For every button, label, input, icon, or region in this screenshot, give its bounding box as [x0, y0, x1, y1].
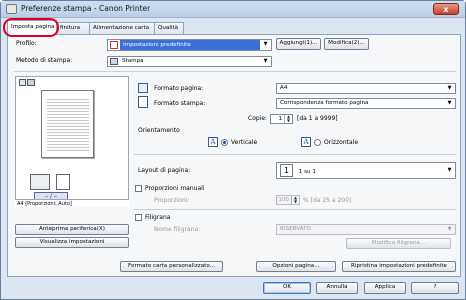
chevron-down-icon[interactable]: ▼	[261, 57, 270, 66]
orientation-label: Orientamento	[138, 127, 180, 134]
apply-button[interactable]: Applica	[364, 282, 406, 294]
layout-icon	[56, 174, 70, 190]
output-method-value: Stampa	[122, 58, 144, 64]
spin-arrows-icon[interactable]: ▲ ▼	[291, 196, 299, 204]
chevron-down-icon[interactable]: ▼	[445, 166, 454, 175]
watermark-name-label: Nome filigrana:	[154, 226, 201, 233]
preview-pane: ⎯ / ⎯	[15, 76, 129, 207]
help-button[interactable]: ?	[411, 282, 459, 294]
manual-scaling-label: Proporzioni manuali	[145, 185, 205, 192]
divider	[134, 154, 456, 155]
chevron-down-icon[interactable]: ▼	[445, 99, 454, 108]
chevron-down-icon[interactable]: ▼	[445, 225, 454, 234]
print-preview-button[interactable]: Anteprima periferica(X)	[15, 224, 129, 235]
close-button[interactable]: x	[433, 3, 459, 15]
preview-caption: A4 [Proporzioni: Auto]	[15, 199, 129, 207]
staple-icon	[30, 174, 50, 190]
copies-value: 1	[278, 116, 282, 122]
page-view-icon[interactable]	[19, 79, 26, 86]
watermark-checkbox[interactable]	[135, 214, 142, 221]
custom-paper-size-button[interactable]: Formato carta personalizzato...	[120, 261, 223, 272]
scaling-label: Proporzioni:	[154, 197, 190, 204]
portrait-label: Verticale	[231, 139, 258, 146]
highlight-circle	[3, 18, 59, 37]
scaling-range: % [da 25 a 200]	[303, 197, 352, 204]
page-layout-value: 1 su 1	[298, 169, 316, 175]
page-setup-panel: Profilo: Impostazioni predefinite ▼ Aggi…	[7, 34, 461, 277]
window-title: Preferenze stampa - Canon Printer	[21, 4, 151, 13]
page-layout-number: 1	[280, 164, 293, 177]
portrait-radio[interactable]	[221, 139, 228, 146]
scaling-value: 100	[278, 197, 289, 203]
output-size-icon	[138, 96, 148, 108]
title-bar: Preferenze stampa - Canon Printer x	[1, 1, 465, 18]
divider	[134, 209, 456, 210]
tab-paper-source[interactable]: Alimentazione carta	[89, 22, 155, 34]
tab-finishing[interactable]: finitura	[56, 22, 90, 34]
watermark-name-select[interactable]: RISERVATO ▼	[276, 224, 456, 235]
landscape-icon: A	[301, 137, 311, 147]
page-size-select[interactable]: A4 ▼	[276, 83, 456, 94]
profile-select[interactable]: Impostazioni predefinite ▼	[107, 39, 272, 51]
printing-preferences-window: Preferenze stampa - Canon Printer x Impo…	[0, 0, 466, 300]
restore-defaults-button[interactable]: Ripristina impostazioni predefinite	[342, 261, 456, 272]
divider	[14, 71, 456, 72]
chevron-down-icon[interactable]: ▼	[261, 40, 270, 49]
page-size-icon	[138, 83, 148, 93]
copies-label: Copie:	[248, 115, 268, 122]
landscape-radio[interactable]	[314, 139, 321, 146]
profile-label: Profilo:	[16, 40, 37, 47]
add-profile-button[interactable]: Aggiungi(1)...	[276, 38, 321, 50]
output-method-select[interactable]: Stampa ▼	[107, 56, 272, 67]
scaling-stepper[interactable]: 100 ▲ ▼	[276, 195, 300, 205]
chevron-down-icon[interactable]: ▼	[445, 84, 454, 93]
edit-watermark-button[interactable]: Modifica filigrana...	[346, 238, 451, 249]
printer-view-icon[interactable]	[27, 79, 35, 86]
page-layout-label: Layout di pagina:	[138, 167, 191, 174]
page-options-button[interactable]: Opzioni pagina...	[256, 261, 336, 272]
tab-quality[interactable]: Qualità	[154, 22, 184, 34]
page-layout-select[interactable]: 1 1 su 1 ▼	[276, 162, 456, 179]
printer-icon	[110, 58, 118, 65]
profile-icon	[110, 41, 118, 49]
copies-stepper[interactable]: 1 ▲ ▼	[270, 114, 293, 124]
copies-range: [da 1 a 9999]	[297, 115, 338, 122]
watermark-name-value: RISERVATO	[280, 226, 311, 232]
output-size-value: Corrispondenza formato pagina	[280, 100, 369, 106]
page-preview	[41, 90, 94, 158]
portrait-icon: A	[208, 137, 218, 147]
ok-button[interactable]: OK	[263, 282, 311, 294]
manual-scaling-checkbox[interactable]	[135, 185, 142, 192]
page-size-label: Formato pagina:	[154, 85, 204, 92]
cancel-button[interactable]: Annulla	[316, 282, 358, 294]
watermark-label: Filigrana	[145, 214, 171, 221]
printer-icon	[6, 4, 17, 14]
output-size-select[interactable]: Corrispondenza formato pagina ▼	[276, 98, 456, 109]
view-settings-button[interactable]: Visualizza impostazioni	[15, 237, 129, 248]
page-size-value: A4	[280, 85, 288, 91]
output-size-label: Formato stampa:	[154, 100, 206, 107]
output-method-label: Metodo di stampa:	[16, 57, 73, 64]
page-lines	[47, 97, 89, 152]
profile-value: Impostazioni predefinite	[120, 40, 260, 50]
spin-arrows-icon[interactable]: ▲ ▼	[284, 115, 292, 123]
landscape-label: Orizzontale	[324, 139, 359, 146]
edit-profile-button[interactable]: Modifica(2)...	[324, 38, 369, 50]
